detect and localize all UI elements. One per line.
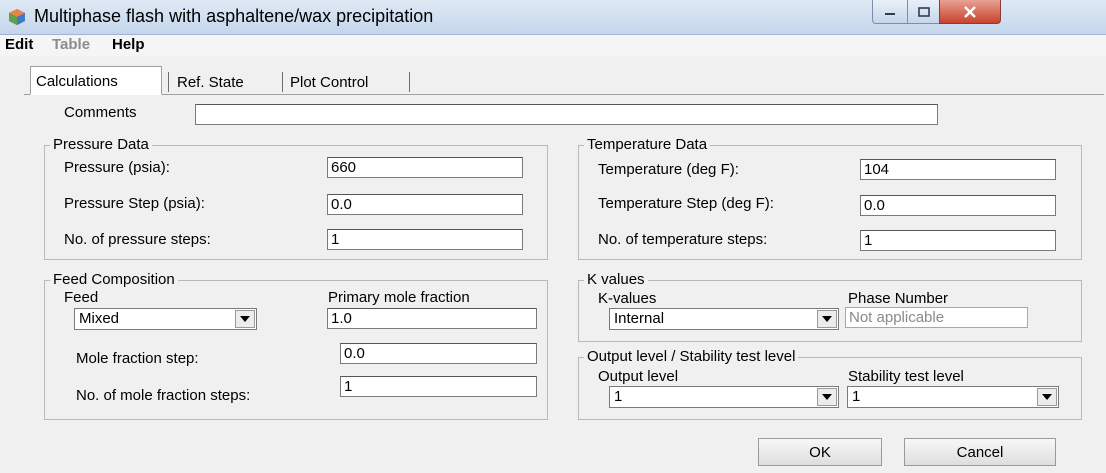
stability-level-dropdown-button[interactable] — [1037, 388, 1057, 406]
close-button[interactable] — [939, 0, 1001, 24]
temperature-step-label: Temperature Step (deg F): — [598, 195, 774, 212]
feed-select[interactable]: Mixed — [74, 308, 257, 330]
mole-fraction-steps-label: No. of mole fraction steps: — [76, 387, 251, 404]
pressure-input[interactable]: 660 — [327, 157, 523, 178]
feed-group-title: Feed Composition — [50, 271, 178, 288]
kvalues-dropdown-button[interactable] — [817, 310, 837, 328]
output-level-value: 1 — [614, 388, 623, 405]
chevron-down-icon — [1042, 394, 1052, 400]
minimize-button[interactable] — [872, 0, 908, 24]
output-level-label: Output level — [598, 368, 679, 385]
mole-fraction-step-label: Mole fraction step: — [76, 350, 199, 367]
window-title: Multiphase flash with asphaltene/wax pre… — [34, 6, 434, 26]
kvalues-select-value: Internal — [614, 310, 665, 327]
temperature-input[interactable]: 104 — [860, 159, 1056, 180]
chevron-down-icon — [822, 316, 832, 322]
pressure-group-title: Pressure Data — [50, 136, 152, 153]
stability-level-value: 1 — [852, 388, 861, 405]
close-icon — [964, 5, 976, 18]
tab-ref-state[interactable]: Ref. State — [172, 70, 278, 95]
feed-label: Feed — [64, 289, 99, 306]
tab-divider — [282, 72, 283, 92]
stability-level-label: Stability test level — [848, 368, 964, 385]
cancel-button[interactable]: Cancel — [904, 438, 1056, 466]
minimize-icon — [885, 12, 895, 15]
primary-mole-fraction-label: Primary mole fraction — [328, 289, 470, 306]
kvalues-label: K-values — [598, 290, 657, 307]
pressure-steps-input[interactable]: 1 — [327, 229, 523, 250]
tab-calculations[interactable]: Calculations — [30, 66, 162, 95]
temperature-step-input[interactable]: 0.0 — [860, 195, 1056, 216]
output-level-select[interactable]: 1 — [609, 386, 839, 408]
temperature-steps-input[interactable]: 1 — [860, 230, 1056, 251]
menu-bar: Edit Table Help — [0, 35, 1106, 56]
title-bar: Multiphase flash with asphaltene/wax pre… — [0, 0, 1106, 35]
menu-table[interactable]: Table — [52, 36, 90, 53]
menu-help[interactable]: Help — [112, 36, 145, 53]
ok-button[interactable]: OK — [758, 438, 882, 466]
temperature-group-title: Temperature Data — [584, 136, 711, 153]
kvalues-group-title: K values — [584, 271, 648, 288]
pressure-steps-label: No. of pressure steps: — [64, 231, 211, 248]
dialog-window: Multiphase flash with asphaltene/wax pre… — [0, 0, 1106, 473]
phase-number-input[interactable]: Not applicable — [845, 307, 1028, 328]
feed-dropdown-button[interactable] — [235, 310, 255, 328]
temperature-label: Temperature (deg F): — [598, 161, 739, 178]
tab-divider — [168, 72, 169, 92]
maximize-icon — [917, 6, 930, 17]
tab-divider — [409, 72, 410, 92]
mole-fraction-step-input[interactable]: 0.0 — [340, 343, 537, 364]
chevron-down-icon — [822, 394, 832, 400]
stability-level-select[interactable]: 1 — [847, 386, 1059, 408]
maximize-button[interactable] — [907, 0, 940, 24]
primary-mole-fraction-input[interactable]: 1.0 — [327, 308, 537, 329]
phase-number-label: Phase Number — [848, 290, 949, 307]
comments-label: Comments — [64, 104, 137, 121]
output-group-title: Output level / Stability test level — [584, 348, 799, 365]
comments-input[interactable] — [195, 104, 938, 125]
temperature-steps-label: No. of temperature steps: — [598, 231, 768, 248]
output-level-dropdown-button[interactable] — [817, 388, 837, 406]
mole-fraction-steps-input[interactable]: 1 — [340, 376, 537, 397]
app-icon — [9, 9, 25, 25]
kvalues-select[interactable]: Internal — [609, 308, 839, 330]
menu-edit[interactable]: Edit — [5, 36, 33, 53]
pressure-step-label: Pressure Step (psia): — [64, 195, 205, 212]
tab-plot-control[interactable]: Plot Control — [285, 70, 405, 95]
pressure-label: Pressure (psia): — [64, 159, 170, 176]
feed-select-value: Mixed — [79, 310, 120, 327]
pressure-step-input[interactable]: 0.0 — [327, 194, 523, 215]
chevron-down-icon — [240, 316, 250, 322]
